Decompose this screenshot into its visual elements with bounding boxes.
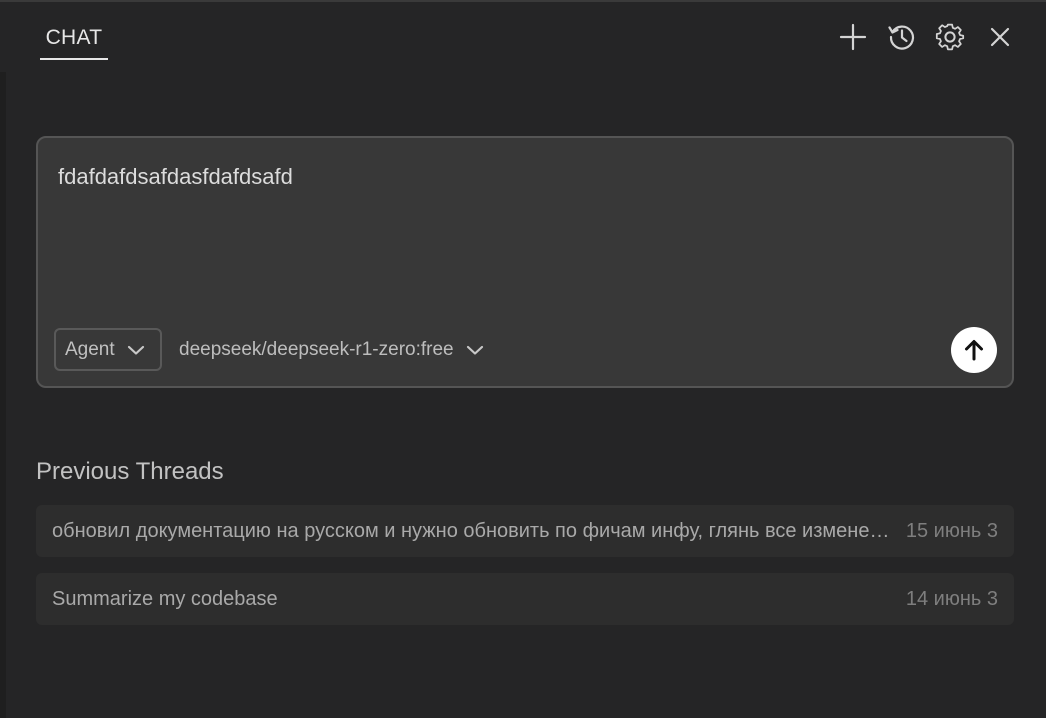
thread-title: Summarize my codebase (52, 587, 278, 610)
chevron-down-icon (127, 345, 144, 355)
settings-button[interactable] (933, 20, 967, 54)
chat-header: CHAT (0, 2, 1046, 72)
tab-chat[interactable]: CHAT (40, 24, 108, 60)
mode-dropdown[interactable]: Agent (54, 328, 162, 371)
thread-title: обновил документацию на русском и нужно … (52, 519, 903, 542)
chat-input-box[interactable]: fdafdafdsafdasfdafdsafd Agent deepseek/d… (36, 136, 1014, 388)
previous-threads-heading: Previous Threads (36, 458, 224, 485)
arrow-up-icon (965, 340, 983, 361)
close-button[interactable] (983, 20, 1017, 54)
new-chat-button[interactable] (836, 20, 870, 54)
chat-input[interactable]: fdafdafdsafdasfdafdsafd (58, 164, 293, 190)
chat-panel: CHAT fdafdafdsafdasfdafdsafd Agent deeps… (0, 0, 1046, 718)
left-rail (0, 72, 6, 718)
model-dropdown-label: deepseek/deepseek-r1-zero:free (179, 338, 454, 360)
history-icon (888, 25, 915, 50)
gear-icon (935, 23, 965, 51)
close-icon (990, 27, 1010, 47)
send-button[interactable] (951, 327, 997, 373)
history-button[interactable] (885, 20, 919, 54)
thread-date: 14 июнь 3 (905, 587, 998, 610)
mode-dropdown-label: Agent (65, 338, 115, 360)
chevron-down-icon (466, 345, 483, 355)
plus-icon (839, 23, 867, 51)
thread-date: 15 июнь 3 (905, 519, 998, 542)
thread-item[interactable]: Summarize my codebase 14 июнь 3 (36, 573, 1014, 625)
thread-item[interactable]: обновил документацию на русском и нужно … (36, 505, 1014, 557)
model-dropdown[interactable]: deepseek/deepseek-r1-zero:free (179, 328, 484, 371)
